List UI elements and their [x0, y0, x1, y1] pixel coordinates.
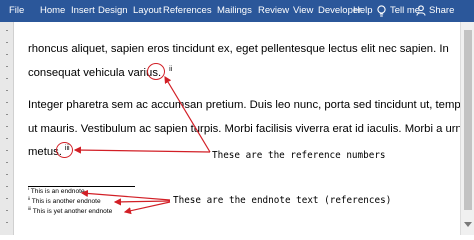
ruler-tick	[6, 210, 8, 211]
tab-mailings[interactable]: Mailings	[217, 0, 252, 22]
ruler-tick	[6, 198, 8, 199]
vertical-scrollbar[interactable]	[460, 22, 474, 235]
ruler-tick	[6, 174, 8, 175]
endnote-text: This is another endnote	[31, 198, 101, 205]
tab-help[interactable]: Help	[353, 0, 373, 22]
endnote-reference-ii[interactable]: ii	[169, 66, 172, 73]
endnote-item[interactable]: iii This is yet another endnote	[28, 205, 113, 215]
ruler-tick	[6, 186, 8, 187]
reference-numbers-callout: These are the reference numbers	[212, 150, 386, 161]
ruler-tick	[6, 150, 8, 151]
person-icon[interactable]	[416, 5, 426, 16]
ruler-tick	[6, 90, 8, 91]
tab-file[interactable]: File	[9, 0, 24, 22]
tab-review[interactable]: Review	[258, 0, 289, 22]
tab-design[interactable]: Design	[98, 0, 128, 22]
ruler-tick	[6, 138, 8, 139]
ruler-tick	[6, 66, 8, 67]
ruler-tick	[6, 222, 8, 223]
tab-view[interactable]: View	[293, 0, 313, 22]
ruler-tick	[6, 102, 8, 103]
endnote-item[interactable]: i This is an endnote	[28, 185, 85, 195]
scroll-down-arrow-icon[interactable]	[464, 222, 472, 227]
endnote-mark: iii	[28, 205, 32, 211]
arrow-to-endnote-3	[123, 201, 171, 215]
share-button[interactable]: Share	[429, 0, 454, 22]
paragraph-1-line-2-text: consequat vehicula varius.	[28, 67, 162, 79]
endnote-text: This is yet another endnote	[32, 208, 113, 215]
ruler-tick	[6, 162, 8, 163]
endnote-mark: ii	[28, 195, 31, 201]
ruler-tick	[6, 114, 8, 115]
arrow-to-ref-ii	[164, 75, 211, 153]
paragraph-1-line-1: rhoncus aliquet, sapien eros tincidunt e…	[28, 43, 449, 55]
ruler-tick	[6, 30, 8, 31]
ruler-tick	[6, 54, 8, 55]
endnote-mark: i	[28, 185, 30, 191]
ruler-tick	[6, 126, 8, 127]
tab-layout[interactable]: Layout	[133, 0, 162, 22]
arrow-to-endnote-2	[113, 198, 171, 206]
paragraph-2-line-1: Integer pharetra sem ac accumsan pretium…	[28, 99, 473, 111]
ribbon-tab-bar: File Home Insert Design Layout Reference…	[0, 0, 474, 22]
reference-highlight-circle	[147, 63, 165, 80]
endnote-text: This is an endnote	[30, 188, 85, 195]
vertical-ruler[interactable]	[0, 22, 14, 235]
paragraph-2-line-2: ut mauris. Vestibulum ac sapien turpis. …	[28, 123, 469, 135]
arrow-to-ref-iii	[73, 146, 211, 154]
tab-home[interactable]: Home	[40, 0, 65, 22]
ruler-tick	[6, 78, 8, 79]
endnote-separator	[28, 186, 135, 187]
tab-insert[interactable]: Insert	[71, 0, 95, 22]
endnote-text-callout: These are the endnote text (references)	[173, 195, 392, 206]
scrollbar-thumb[interactable]	[464, 30, 472, 210]
ruler-tick	[6, 42, 8, 43]
tab-references[interactable]: References	[163, 0, 212, 22]
lightbulb-icon[interactable]	[376, 5, 387, 17]
endnote-item[interactable]: ii This is another endnote	[28, 195, 101, 205]
reference-highlight-circle	[56, 142, 73, 158]
